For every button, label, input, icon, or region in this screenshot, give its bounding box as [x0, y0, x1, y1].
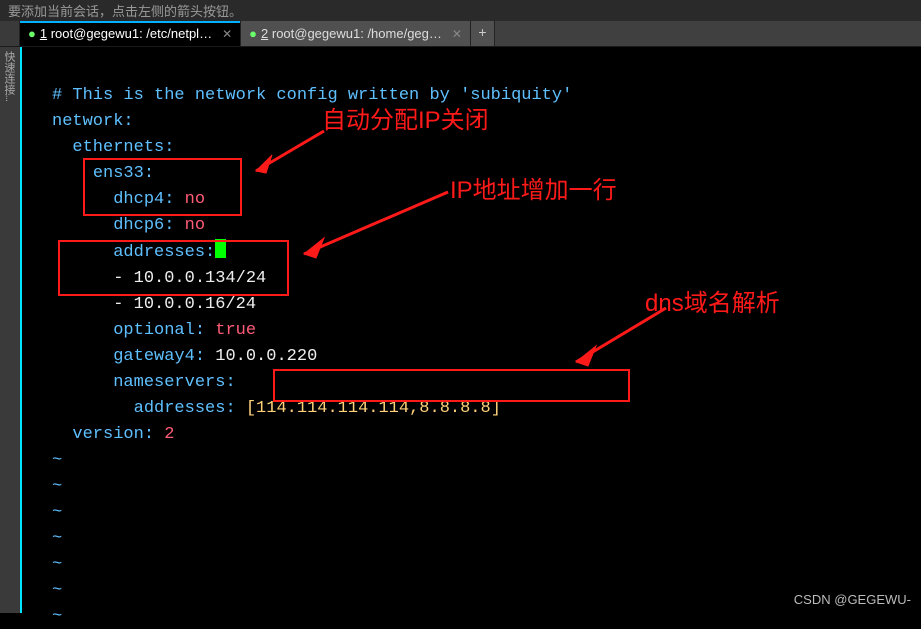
close-icon[interactable]: ✕	[222, 27, 232, 41]
close-icon[interactable]: ✕	[452, 27, 462, 41]
addr2-line: - 10.0.0.16/24	[113, 295, 256, 314]
quick-connect-gutter[interactable]: 快速连接…	[0, 47, 20, 613]
ns-addresses-key: addresses	[134, 399, 226, 418]
plus-icon: +	[478, 26, 486, 42]
tilde-line: ~	[52, 581, 62, 600]
watermark: CSDN @GEGEWU-	[794, 592, 911, 607]
ethernets-key: ethernets	[72, 138, 164, 157]
side-grip[interactable]	[0, 21, 20, 46]
version-key: version	[72, 425, 143, 444]
gateway4-val: 10.0.0.220	[215, 347, 317, 366]
network-key: network	[52, 112, 123, 131]
tab-1[interactable]: ● 1 root@gegewu1: /etc/netpl… ✕	[20, 21, 241, 46]
dhcp4-val: no	[185, 190, 205, 209]
tab-num: 2	[261, 26, 268, 41]
dhcp6-key: dhcp6	[113, 216, 164, 235]
tilde-line: ~	[52, 607, 62, 626]
tilde-line: ~	[52, 503, 62, 522]
tilde-line: ~	[52, 451, 62, 470]
gateway4-key: gateway4	[113, 347, 195, 366]
tab-status-icon: ●	[28, 26, 36, 41]
tab-num: 1	[40, 26, 47, 41]
optional-val: true	[215, 321, 256, 340]
addresses-key: addresses	[113, 243, 205, 262]
top-hint-text: 要添加当前会话，点击左侧的箭头按钮。	[8, 1, 242, 20]
tab-2[interactable]: ● 2 root@gegewu1: /home/geg… ✕	[241, 21, 471, 46]
addr1-line: - 10.0.0.134/24	[113, 269, 266, 288]
dhcp4-key: dhcp4	[113, 190, 164, 209]
tab-bar: ● 1 root@gegewu1: /etc/netpl… ✕ ● 2 root…	[0, 21, 921, 47]
tilde-line: ~	[52, 555, 62, 574]
dhcp6-val: no	[185, 216, 205, 235]
comment-line: # This is the network config written by …	[52, 86, 572, 105]
tab-status-icon: ●	[249, 26, 257, 41]
tab-label: root@gegewu1: /home/geg…	[272, 26, 442, 41]
add-tab-button[interactable]: +	[471, 21, 495, 46]
top-hint-bar: 要添加当前会话，点击左侧的箭头按钮。	[0, 0, 921, 21]
quick-connect-label: 快速连接…	[2, 51, 14, 102]
optional-key: optional	[113, 321, 195, 340]
tab-label: root@gegewu1: /etc/netpl…	[51, 26, 212, 41]
ens33-key: ens33	[93, 164, 144, 183]
nameservers-key: nameservers	[113, 373, 225, 392]
tilde-line: ~	[52, 477, 62, 496]
terminal-editor[interactable]: # This is the network config written by …	[20, 47, 921, 613]
tilde-line: ~	[52, 529, 62, 548]
version-val: 2	[164, 425, 174, 444]
ns-val: [114.114.114.114,8.8.8.8]	[246, 399, 501, 418]
cursor	[215, 239, 226, 258]
